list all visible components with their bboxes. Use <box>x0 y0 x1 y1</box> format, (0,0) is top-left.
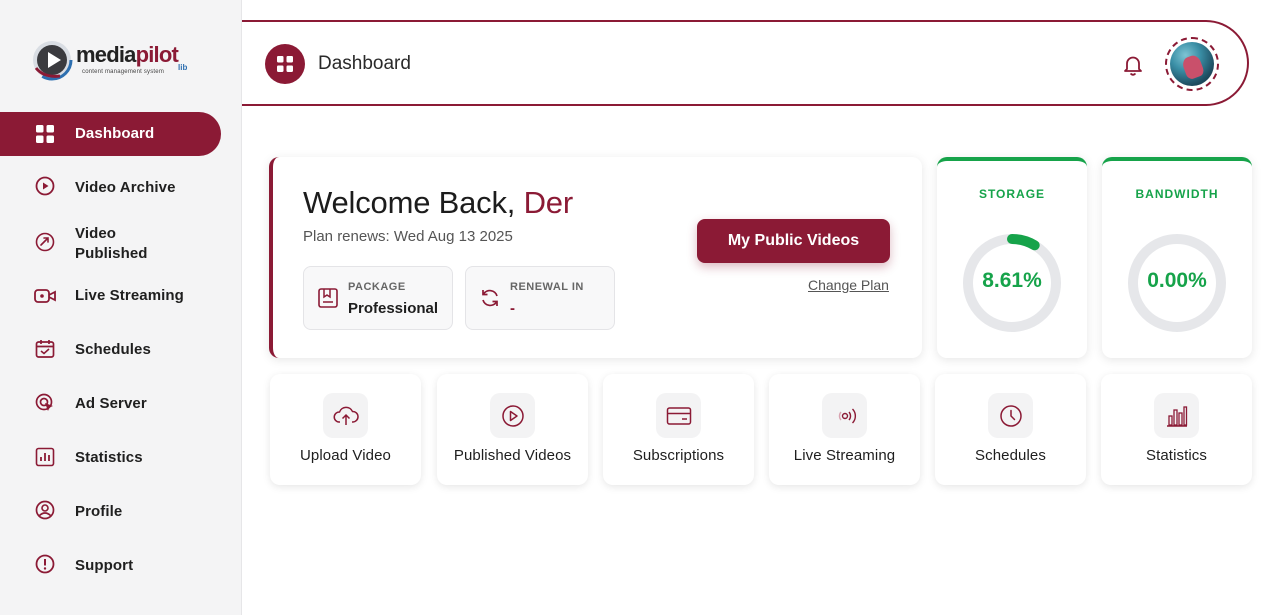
tile-label: Subscriptions <box>632 447 725 464</box>
storage-label: STORAGE <box>978 187 1046 201</box>
brand-tagline: content management system <box>82 69 165 75</box>
sidebar-item-label: Profile <box>75 503 123 520</box>
sidebar-item-label: Live Streaming <box>75 287 184 304</box>
sidebar-item-label: Video Archive <box>75 179 176 196</box>
package-value: Professional <box>348 300 439 317</box>
brand-logo[interactable]: mediapilot lib content management system <box>30 36 190 86</box>
clock-icon <box>988 393 1033 438</box>
app-root: mediapilot lib content management system… <box>0 0 1280 615</box>
renewal-box: RENEWAL IN - <box>465 266 615 330</box>
sidebar-item-label: Support <box>75 557 134 574</box>
tile-schedules[interactable]: Schedules <box>935 374 1086 485</box>
bar-chart-icon <box>34 446 56 468</box>
bell-icon[interactable] <box>1120 52 1146 78</box>
target-cursor-icon <box>34 392 56 414</box>
change-plan-link[interactable]: Change Plan <box>808 277 889 293</box>
avatar-image <box>1170 42 1214 86</box>
play-circle-icon <box>490 393 535 438</box>
sidebar-item-support[interactable]: Support <box>0 552 221 580</box>
sidebar-item-label: Dashboard <box>75 125 155 142</box>
renewal-value: - <box>510 300 515 317</box>
welcome-card: Welcome Back, Der Plan renews: Wed Aug 1… <box>269 157 922 358</box>
sidebar-item-ad-server[interactable]: Ad Server <box>0 390 221 418</box>
sidebar-item-profile[interactable]: Profile <box>0 498 221 526</box>
tile-label: Live Streaming <box>793 447 896 464</box>
sidebar-item-live-streaming[interactable]: Live Streaming <box>0 282 221 310</box>
header-grid-icon <box>265 44 305 84</box>
sidebar-item-label: Statistics <box>75 449 143 466</box>
grid-icon <box>34 123 56 145</box>
my-public-videos-button[interactable]: My Public Videos <box>697 219 890 263</box>
plan-renews-text: Plan renews: Wed Aug 13 2025 <box>303 228 513 245</box>
sidebar-item-schedules[interactable]: Schedules <box>0 336 221 364</box>
renewal-label: RENEWAL IN <box>510 281 584 293</box>
tile-upload-video[interactable]: Upload Video <box>270 374 421 485</box>
storage-value: 8.61% <box>982 269 1042 292</box>
rocket-icon <box>34 231 56 253</box>
top-header: Dashboard <box>242 20 1249 106</box>
tile-live-streaming[interactable]: Live Streaming <box>769 374 920 485</box>
avatar[interactable] <box>1165 37 1219 91</box>
package-icon <box>318 288 338 308</box>
sidebar-item-video-archive[interactable]: Video Archive <box>0 174 221 202</box>
tile-label: Statistics <box>1145 447 1207 464</box>
package-box: PACKAGE Professional <box>303 266 453 330</box>
logo-mark-icon <box>31 39 73 81</box>
bandwidth-label: BANDWIDTH <box>1135 187 1219 201</box>
cloud-upload-icon <box>323 393 368 438</box>
brand-name: mediapilot <box>76 42 179 67</box>
brand-suffix: lib <box>178 63 188 72</box>
tile-published-videos[interactable]: Published Videos <box>437 374 588 485</box>
tile-label: Schedules <box>975 447 1046 464</box>
bar-chart-icon <box>1154 393 1199 438</box>
sidebar: mediapilot lib content management system… <box>0 0 242 615</box>
package-label: PACKAGE <box>348 281 406 293</box>
sidebar-item-label: Video Published <box>75 225 148 262</box>
user-circle-icon <box>34 499 56 521</box>
broadcast-icon <box>822 393 867 438</box>
refresh-icon <box>482 289 498 307</box>
play-circle-icon <box>34 175 56 197</box>
tile-label: Published Videos <box>453 447 572 464</box>
storage-card: STORAGE 8.61% <box>937 157 1087 358</box>
tile-label: Upload Video <box>300 447 391 464</box>
sidebar-item-dashboard[interactable]: Dashboard <box>0 112 221 156</box>
info-circle-icon <box>34 553 56 575</box>
credit-card-icon <box>656 393 701 438</box>
sidebar-item-label: Schedules <box>75 341 151 358</box>
user-name: Der <box>523 185 574 220</box>
sidebar-item-statistics[interactable]: Statistics <box>0 444 221 472</box>
video-camera-icon <box>34 285 56 307</box>
page-title: Dashboard <box>318 53 411 74</box>
bandwidth-card: BANDWIDTH 0.00% <box>1102 157 1252 358</box>
sidebar-item-video-published[interactable]: Video Published <box>0 222 221 266</box>
welcome-heading: Welcome Back, Der <box>303 185 574 220</box>
sidebar-item-label: Ad Server <box>75 395 147 412</box>
calendar-icon <box>34 338 56 360</box>
bandwidth-value: 0.00% <box>1147 269 1207 292</box>
tile-statistics[interactable]: Statistics <box>1101 374 1252 485</box>
tile-subscriptions[interactable]: Subscriptions <box>603 374 754 485</box>
